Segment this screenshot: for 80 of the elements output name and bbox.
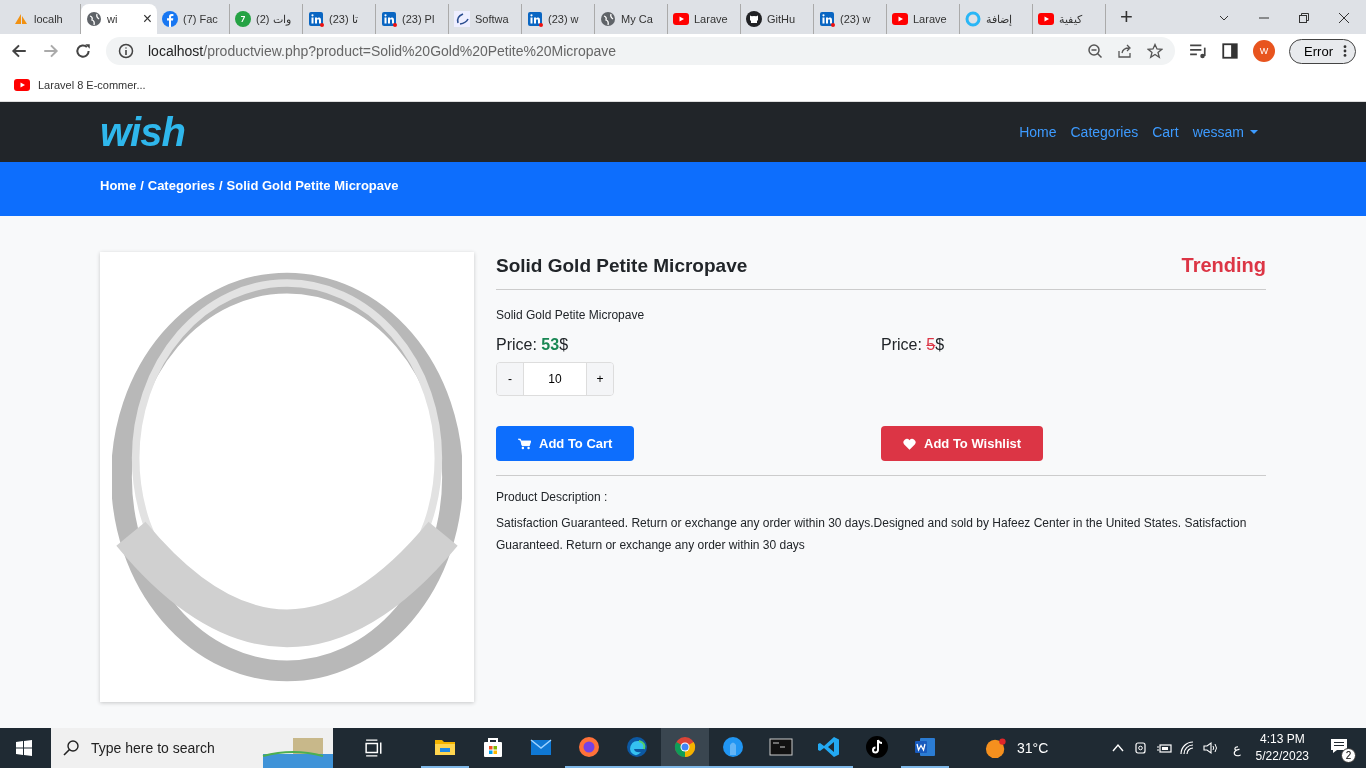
profile-avatar[interactable]: W <box>1253 40 1276 62</box>
edge-icon[interactable] <box>625 735 649 759</box>
info-icon <box>118 43 134 59</box>
close-icon[interactable] <box>1338 12 1350 24</box>
youtube-icon <box>14 76 30 93</box>
speaker-icon[interactable] <box>1201 740 1218 756</box>
clock[interactable]: 4:13 PM 5/22/2023 <box>1255 731 1309 765</box>
decrement-button[interactable]: - <box>497 363 523 395</box>
wifi-icon[interactable] <box>1178 740 1195 756</box>
linkedin-icon <box>819 11 835 27</box>
globe-icon <box>86 11 102 27</box>
bookmark-item[interactable]: Laravel 8 E-commer... <box>14 76 146 93</box>
chrome-icon[interactable] <box>673 735 697 759</box>
breadcrumb-separator: / <box>140 177 144 193</box>
product-description: Satisfaction Guaranteed. Return or exchange any order within 30 days.Designed and sold by Hafeez Center in the United States. Satisfaction Guaranteed. Return or exchange any order within 30 days <box>496 515 1248 554</box>
error-button[interactable]: Error <box>1289 38 1356 64</box>
terminal-icon[interactable] <box>769 735 793 759</box>
taskbar-search-field[interactable]: Type here to search <box>51 728 333 768</box>
playlist-icon[interactable] <box>1189 42 1208 60</box>
star-icon[interactable] <box>1147 43 1164 59</box>
vscode-icon[interactable] <box>817 735 841 759</box>
sun-icon <box>985 737 1007 759</box>
selling-price: Price: 53$ <box>496 336 569 354</box>
zoom-out-icon[interactable] <box>1087 43 1104 59</box>
side-panel-icon[interactable] <box>1221 42 1240 60</box>
url-text: localhost/productview.php?product=Solid%20Gold%20Petite%20Micropave <box>148 43 617 59</box>
reload-icon[interactable] <box>74 42 92 60</box>
firefox-icon[interactable] <box>577 735 601 759</box>
youtube-icon <box>1038 11 1054 27</box>
camera-icon[interactable] <box>1132 740 1149 756</box>
more-vertical-icon[interactable] <box>1343 44 1347 58</box>
breadcrumb-link[interactable]: Solid Gold Petite Micropave <box>226 177 399 193</box>
linkedin-icon <box>381 11 397 27</box>
breadcrumb-link[interactable]: Categories <box>147 177 215 193</box>
youtube-icon <box>673 11 689 27</box>
app-icon[interactable] <box>721 735 745 759</box>
breadcrumb-separator: / <box>218 177 223 193</box>
music-note-icon[interactable] <box>865 735 889 759</box>
nav-link[interactable]: Categories <box>1070 124 1139 140</box>
heart-icon <box>903 437 916 450</box>
original-price: Price: 5$ <box>881 336 945 354</box>
address-bar[interactable]: localhost/productview.php?product=Solid%20Gold%20Petite%20Micropave <box>106 37 1176 65</box>
quantity-field[interactable]: 10 <box>523 363 587 395</box>
ring-icon <box>965 11 981 27</box>
cart-icon <box>518 437 531 450</box>
new-tab-button[interactable]: + <box>1120 4 1133 30</box>
description-label: Product Description : <box>496 490 609 504</box>
brand-logo[interactable]: wish <box>100 109 185 155</box>
windows-start-icon[interactable] <box>16 740 32 756</box>
product-subtitle: Solid Gold Petite Micropave <box>496 308 646 322</box>
youtube-icon <box>892 11 908 27</box>
globe-icon <box>600 11 616 27</box>
temperature-text: 31°C <box>1017 740 1049 756</box>
nav-link[interactable]: Home <box>1019 124 1057 140</box>
nav-link[interactable]: wessam <box>1192 124 1258 140</box>
back-icon[interactable] <box>10 42 28 60</box>
keyboard-language[interactable]: ع <box>1232 740 1241 756</box>
github-icon <box>746 11 762 27</box>
restore-icon[interactable] <box>1298 12 1310 24</box>
notification-count: 2 <box>1341 748 1356 763</box>
notification-icon[interactable] <box>1330 737 1348 755</box>
share-icon[interactable] <box>1117 43 1134 59</box>
add-to-wishlist-button[interactable]: Add To Wishlist <box>881 426 1044 461</box>
shopping-bag-icon[interactable] <box>481 735 505 759</box>
task-view-icon[interactable] <box>365 739 383 757</box>
linkedin-icon <box>308 11 324 27</box>
nav-link[interactable]: Cart <box>1152 124 1179 140</box>
add-to-cart-button[interactable]: Add To Cart <box>496 426 635 461</box>
chat-badge-icon <box>235 11 251 27</box>
product-title: Solid Gold Petite Micropave <box>496 254 748 277</box>
trending-label: Trending <box>1181 254 1266 277</box>
breadcrumb-link[interactable]: Home <box>100 177 137 193</box>
word-icon[interactable] <box>913 735 937 759</box>
swoosh-icon <box>454 11 470 27</box>
facebook-icon <box>162 11 178 27</box>
close-tab-button[interactable]: × <box>142 10 152 28</box>
increment-button[interactable]: + <box>587 363 613 395</box>
linkedin-icon <box>527 11 543 27</box>
browser-tab[interactable]: wi × <box>81 4 157 34</box>
search-icon <box>63 740 79 756</box>
